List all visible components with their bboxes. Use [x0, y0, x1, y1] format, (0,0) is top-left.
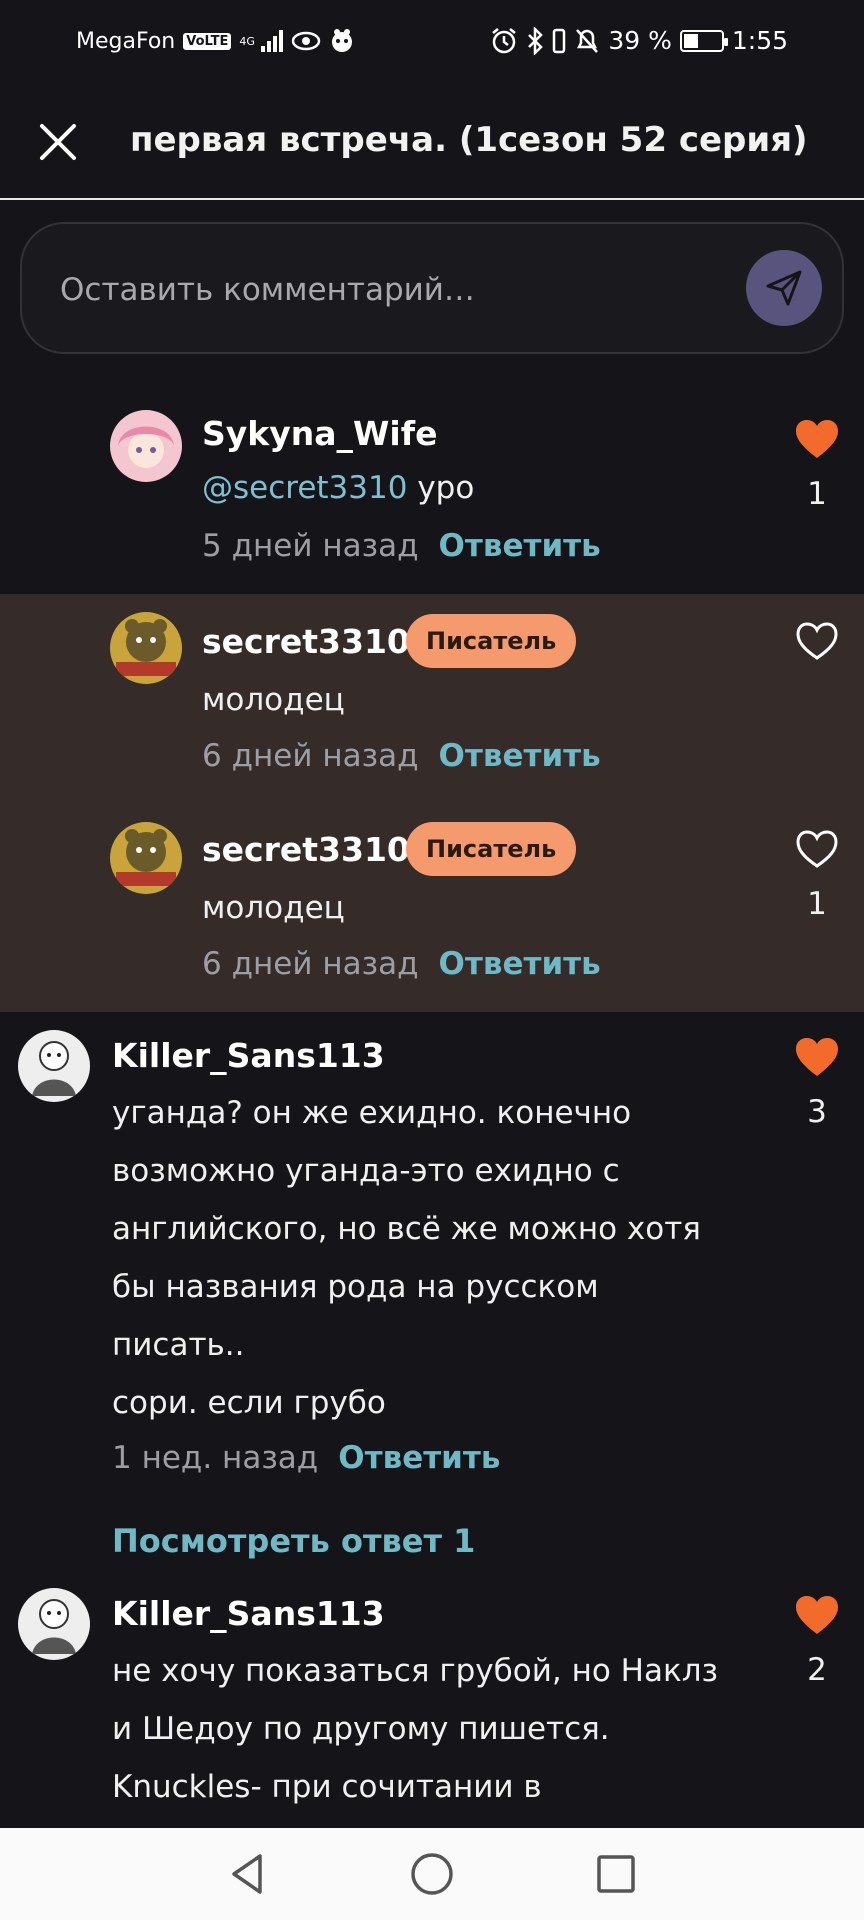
battery-icon	[679, 29, 728, 52]
send-icon	[766, 270, 802, 306]
avatar[interactable]	[18, 1030, 90, 1102]
comment-line: английского, но всё же можно хотя	[112, 1211, 701, 1247]
home-circle-icon	[411, 1853, 453, 1895]
header-bar: первая встреча. (1сезон 52 серия)	[0, 84, 864, 200]
comment-time: 1 нед. назад	[112, 1440, 319, 1476]
like-count: 1	[807, 886, 827, 922]
avatar[interactable]	[110, 612, 182, 684]
comment-meta: 6 дней назад Ответить	[202, 738, 601, 774]
comment-line: не хочу показаться грубой, но Наклз	[112, 1653, 718, 1689]
comment-username[interactable]: Killer_Sans113	[112, 1036, 385, 1075]
comment-time: 6 дней назад	[202, 738, 419, 774]
alarm-icon	[492, 27, 517, 53]
comment-meta: 5 дней назад Ответить	[202, 528, 601, 564]
send-button[interactable]	[746, 250, 822, 326]
carrier-name: MegaFon	[76, 28, 176, 54]
signal-icon	[261, 30, 284, 52]
comment-text: @secret3310 уро	[202, 470, 474, 506]
bluetooth-icon	[528, 26, 544, 55]
nav-home-button[interactable]	[404, 1846, 460, 1902]
clock: 1:55	[731, 26, 788, 55]
comment-line: писать..	[112, 1327, 245, 1363]
like-count: 2	[807, 1652, 827, 1688]
comment-username[interactable]: Killer_Sans113	[112, 1594, 385, 1633]
heart-outline-icon[interactable]	[794, 828, 840, 870]
recents-square-icon	[597, 1855, 635, 1893]
status-bar: MegaFon VoLTE 4G 39 % 1:55	[0, 0, 864, 84]
comment-body: уро	[417, 470, 475, 506]
writer-badge: Писатель	[406, 614, 577, 668]
comment-placeholder: Оставить комментарий…	[60, 272, 475, 308]
battery-percent: 39 %	[608, 26, 672, 55]
avatar[interactable]	[18, 1588, 90, 1660]
heart-filled-icon[interactable]	[794, 418, 840, 460]
heart-filled-icon[interactable]	[794, 1036, 840, 1078]
volte-badge: VoLTE	[183, 32, 232, 50]
comment-input[interactable]: Оставить комментарий…	[20, 222, 844, 354]
close-icon	[40, 124, 76, 160]
vibrate-icon	[553, 28, 566, 53]
comment-line: сори. если грубо	[112, 1385, 386, 1421]
reply-button[interactable]: Ответить	[439, 738, 601, 774]
avatar[interactable]	[110, 410, 182, 482]
back-triangle-icon	[232, 1854, 262, 1894]
writer-badge: Писатель	[406, 822, 577, 876]
comment-meta: 1 нед. назад Ответить	[112, 1440, 500, 1476]
reply-button[interactable]: Ответить	[439, 946, 601, 982]
comment-time: 6 дней назад	[202, 946, 419, 982]
comment-time: 5 дней назад	[202, 528, 419, 564]
close-button[interactable]	[30, 114, 86, 170]
comment-text: молодец	[202, 890, 345, 926]
like-count: 3	[807, 1094, 827, 1130]
like-count: 1	[807, 476, 827, 512]
comment-line: возможно уганда-это ехидно с	[112, 1153, 620, 1189]
nav-recents-button[interactable]	[588, 1846, 644, 1902]
nav-back-button[interactable]	[220, 1846, 276, 1902]
reply-button[interactable]: Ответить	[439, 528, 601, 564]
system-nav-bar	[0, 1828, 864, 1920]
comment-line: Knuckles- при сочитании в	[112, 1769, 542, 1805]
mute-bell-icon	[576, 28, 599, 53]
status-right: 39 % 1:55	[490, 26, 788, 55]
status-left: MegaFon VoLTE 4G	[76, 28, 355, 54]
heart-filled-icon[interactable]	[794, 1594, 840, 1636]
avatar[interactable]	[110, 822, 182, 894]
view-replies-link[interactable]: Посмотреть ответ 1	[112, 1522, 475, 1560]
reply-button[interactable]: Ответить	[338, 1440, 500, 1476]
comment-username[interactable]: Sykyna_Wife	[202, 414, 437, 453]
comment-username[interactable]: secret3310	[202, 830, 410, 869]
eye-icon	[292, 31, 321, 51]
mention-link[interactable]: @secret3310	[202, 470, 407, 506]
page-title: первая встреча. (1сезон 52 серия)	[130, 120, 808, 160]
comment-text: уганда? он же ехидно. конечно возможно у…	[112, 1084, 701, 1432]
comment-username[interactable]: secret3310	[202, 622, 410, 661]
comment-meta: 6 дней назад Ответить	[202, 946, 601, 982]
network-type: 4G	[239, 34, 255, 48]
heart-outline-icon[interactable]	[794, 620, 840, 662]
comment-line: уганда? он же ехидно. конечно	[112, 1095, 632, 1131]
comment-text: молодец	[202, 682, 345, 718]
comment-line: бы названия рода на русском	[112, 1269, 599, 1305]
app-notification-icon	[332, 29, 353, 52]
comment-line: и Шедоу по другому пишется.	[112, 1711, 610, 1747]
comment-text: не хочу показаться грубой, но Наклз и Ше…	[112, 1642, 718, 1816]
